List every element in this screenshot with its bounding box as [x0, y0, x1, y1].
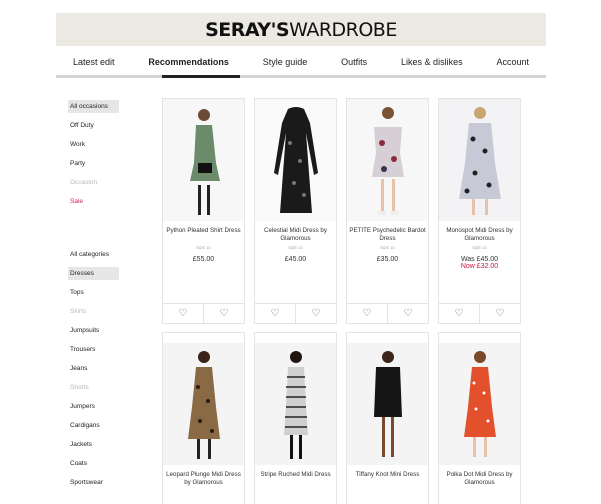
tab-likes-dislikes[interactable]: Likes & dislikes: [397, 56, 467, 74]
product-card[interactable]: Stripe Ruched Midi Dress: [254, 332, 337, 504]
filter-coats[interactable]: Coats: [68, 457, 122, 476]
filter-off-duty[interactable]: Off Duty: [68, 119, 122, 138]
product-card[interactable]: Celestial Midi Dress by Glamorous SIZE 1…: [254, 98, 337, 324]
product-card[interactable]: PETITE Psychedelic Bardot Dress SIZE 10 …: [346, 98, 429, 324]
brand-bold: SERAY'S: [205, 18, 290, 41]
product-actions: ♡ ♡: [163, 303, 244, 323]
filter-jackets[interactable]: Jackets: [68, 438, 122, 457]
product-price: £45.00: [284, 256, 307, 263]
product-name[interactable]: Polka Dot Midi Dress by Glamorous: [439, 471, 520, 487]
filter-work[interactable]: Work: [68, 138, 122, 157]
filter-tops[interactable]: Tops: [68, 286, 122, 305]
product-size: SIZE 10: [380, 245, 395, 250]
product-size: SIZE 10: [472, 245, 487, 250]
product-name[interactable]: Celestial Midi Dress by Glamorous: [255, 227, 336, 243]
filter-cardigans[interactable]: Cardigans: [68, 419, 122, 438]
filter-shorts: Shorts: [70, 384, 89, 391]
product-actions: ♡ ♡: [347, 303, 428, 323]
filter-sidebar: All occasions Off Duty Work Party Occasi…: [68, 100, 122, 495]
product-size: SIZE 10: [196, 245, 211, 250]
heart-icon[interactable]: ♡: [347, 304, 388, 323]
tab-account[interactable]: Account: [492, 56, 533, 74]
filter-trousers[interactable]: Trousers: [68, 343, 122, 362]
filter-occasion: Occasion: [70, 179, 98, 186]
brand-light: WARDROBE: [289, 18, 397, 41]
heart-icon[interactable]: ♡: [163, 304, 204, 323]
product-image[interactable]: [255, 99, 336, 221]
product-price: £35.00: [376, 256, 399, 263]
brand-logo[interactable]: SERAY'SWARDROBE: [205, 19, 397, 41]
product-image[interactable]: [347, 99, 428, 221]
product-image[interactable]: [163, 99, 244, 221]
broken-heart-icon[interactable]: ♡: [296, 304, 336, 323]
filter-skirts: Skirts: [70, 308, 87, 315]
product-card[interactable]: Monospot Midi Dress by Glamorous SIZE 10…: [438, 98, 521, 324]
filter-sale[interactable]: Sale: [68, 195, 122, 214]
main-nav: Latest edit Recommendations Style guide …: [56, 56, 546, 74]
product-image[interactable]: [439, 99, 520, 221]
filter-sportswear[interactable]: Sportswear: [68, 476, 122, 495]
product-name[interactable]: Tiffany Knot Mini Dress: [347, 471, 428, 487]
nav-active-indicator: [162, 75, 240, 78]
product-was-price: Was £45.00: [460, 256, 499, 263]
brand-banner: SERAY'SWARDROBE: [56, 13, 546, 46]
filter-jumpers[interactable]: Jumpers: [68, 400, 122, 419]
product-image[interactable]: [255, 343, 336, 465]
product-name[interactable]: Leopard Plunge Midi Dress by Glamorous: [163, 471, 244, 487]
product-name[interactable]: Monospot Midi Dress by Glamorous: [439, 227, 520, 243]
filter-party[interactable]: Party: [68, 157, 122, 176]
filter-jeans[interactable]: Jeans: [68, 362, 122, 381]
tab-latest-edit[interactable]: Latest edit: [69, 56, 119, 74]
filter-dresses[interactable]: Dresses: [68, 267, 119, 280]
heart-icon[interactable]: ♡: [255, 304, 296, 323]
product-name[interactable]: Stripe Ruched Midi Dress: [255, 471, 336, 487]
product-now-price: Now £32.00: [460, 263, 499, 270]
product-actions: ♡ ♡: [255, 303, 336, 323]
product-image[interactable]: [163, 343, 244, 465]
filter-all-categories[interactable]: All categories: [68, 248, 122, 267]
tab-style-guide[interactable]: Style guide: [259, 56, 312, 74]
broken-heart-icon[interactable]: ♡: [388, 304, 428, 323]
product-card[interactable]: Leopard Plunge Midi Dress by Glamorous: [162, 332, 245, 504]
product-name[interactable]: Python Pleated Shirt Dress: [163, 227, 244, 243]
heart-icon[interactable]: ♡: [439, 304, 480, 323]
filter-jumpsuits[interactable]: Jumpsuits: [68, 324, 122, 343]
product-actions: ♡ ♡: [439, 303, 520, 323]
product-price: £55.00: [192, 256, 215, 263]
product-name[interactable]: PETITE Psychedelic Bardot Dress: [347, 227, 428, 243]
product-card[interactable]: Python Pleated Shirt Dress SIZE 10 £55.0…: [162, 98, 245, 324]
tab-outfits[interactable]: Outfits: [337, 56, 371, 74]
product-card[interactable]: Tiffany Knot Mini Dress: [346, 332, 429, 504]
product-image[interactable]: [347, 343, 428, 465]
product-size: SIZE 10: [288, 245, 303, 250]
broken-heart-icon[interactable]: ♡: [204, 304, 244, 323]
nav-divider: [56, 75, 546, 78]
filter-all-occasions[interactable]: All occasions: [68, 100, 119, 113]
broken-heart-icon[interactable]: ♡: [480, 304, 520, 323]
product-card[interactable]: Polka Dot Midi Dress by Glamorous: [438, 332, 521, 504]
tab-recommendations[interactable]: Recommendations: [144, 56, 233, 74]
product-image[interactable]: [439, 343, 520, 465]
